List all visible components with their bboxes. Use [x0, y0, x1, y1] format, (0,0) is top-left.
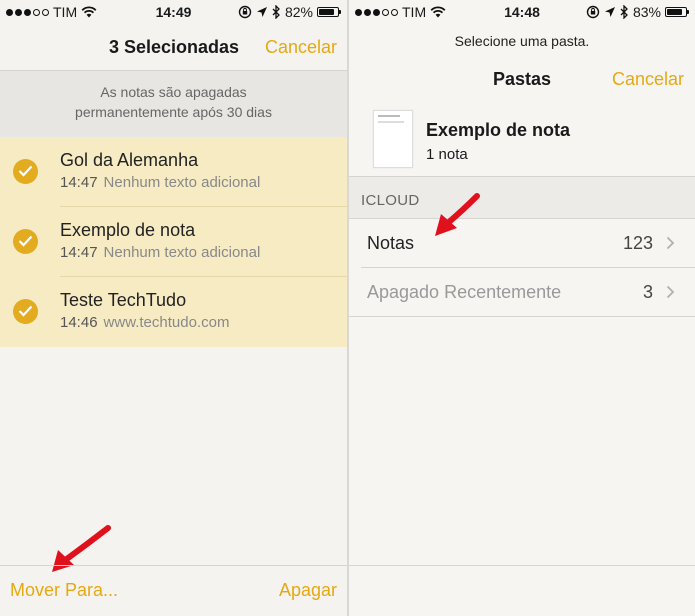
folder-count: 123 [622, 233, 653, 253]
preview-count: 1 nota [426, 146, 468, 163]
bluetooth-icon [272, 5, 280, 19]
note-title: Exemplo de nota [60, 220, 196, 240]
row-separator [349, 316, 695, 317]
nav-bar: 3 Selecionadas Cancelar [0, 24, 347, 71]
note-preview: Exemplo de nota 1 nota [349, 104, 695, 177]
bottom-toolbar [349, 565, 695, 616]
section-label: ICLOUD [361, 192, 420, 209]
battery-fill [667, 9, 682, 15]
delete-button[interactable]: Apagar [279, 580, 337, 601]
battery-icon [665, 7, 689, 17]
notice-line-2: permanentemente após 30 dias [75, 104, 272, 120]
location-arrow-icon [256, 7, 267, 17]
folder-row-notas[interactable]: Notas 123 [349, 219, 695, 268]
note-meta: 14:47 Nenhum texto adicional [60, 244, 260, 261]
move-to-button[interactable]: Mover Para... [10, 580, 118, 601]
note-snippet: Nenhum texto adicional [103, 174, 261, 191]
select-folder-prompt: Selecione uma pasta. [454, 33, 590, 49]
cancel-button[interactable]: Cancelar [265, 37, 337, 58]
note-title: Gol da Alemanha [60, 150, 199, 170]
location-arrow-icon [604, 7, 615, 17]
right-screen: TIM 14:48 83% Selecione uma pasta. Pasta… [349, 0, 695, 616]
page-title: 3 Selecionadas [109, 37, 240, 57]
folder-count: 3 [642, 282, 653, 302]
note-meta: 14:46 www.techtudo.com [60, 314, 229, 331]
note-title: Teste TechTudo [60, 290, 187, 310]
checkmark-icon[interactable] [13, 229, 38, 254]
status-right: 82% [238, 4, 341, 20]
battery-percent: 82% [284, 4, 313, 20]
note-meta: 14:47 Nenhum texto adicional [60, 174, 260, 191]
folder-name: Apagado Recentemente [367, 282, 562, 302]
bottom-toolbar: Mover Para... Apagar [0, 565, 347, 616]
folder-row-recently-deleted[interactable]: Apagado Recentemente 3 [349, 268, 695, 317]
folder-name: Notas [367, 233, 415, 253]
status-right: 83% [586, 4, 689, 20]
chevron-right-icon [666, 236, 675, 250]
battery-icon [317, 7, 341, 17]
note-time: 14:47 [60, 174, 98, 191]
folder-list: Notas 123 Apagado Recentemente 3 [349, 218, 695, 317]
note-row[interactable]: Exemplo de nota 14:47 Nenhum texto adicio… [0, 207, 347, 277]
chevron-right-icon [666, 285, 675, 299]
deletion-notice: As notas são apagadas permanentemente ap… [0, 71, 347, 137]
note-snippet: www.techtudo.com [103, 314, 230, 331]
note-row[interactable]: Teste TechTudo 14:46 www.techtudo.com [0, 277, 347, 347]
preview-title: Exemplo de nota [426, 120, 571, 140]
rotation-lock-icon [586, 5, 600, 19]
cancel-button[interactable]: Cancelar [612, 69, 684, 90]
note-list: Gol da Alemanha 14:47 Nenhum texto adicio… [0, 137, 347, 347]
battery-percent: 83% [632, 4, 661, 20]
left-screen: TIM 14:49 82% 3 Selecionadas Cancelar As… [0, 0, 347, 616]
note-time: 14:47 [60, 244, 98, 261]
rotation-lock-icon [238, 5, 252, 19]
note-time: 14:46 [60, 314, 98, 331]
checkmark-icon[interactable] [13, 299, 38, 324]
bluetooth-icon [620, 5, 628, 19]
battery-fill [319, 9, 334, 15]
status-bar: TIM 14:49 82% [0, 0, 347, 24]
checkmark-icon[interactable] [13, 159, 38, 184]
note-snippet: Nenhum texto adicional [103, 244, 261, 261]
annotation-arrow-icon [435, 193, 480, 236]
status-bar: TIM 14:48 83% [349, 0, 695, 24]
note-thumbnail [373, 110, 413, 168]
note-row[interactable]: Gol da Alemanha 14:47 Nenhum texto adicio… [0, 137, 347, 207]
notice-line-1: As notas são apagadas [100, 84, 247, 100]
page-title: Pastas [493, 69, 552, 89]
